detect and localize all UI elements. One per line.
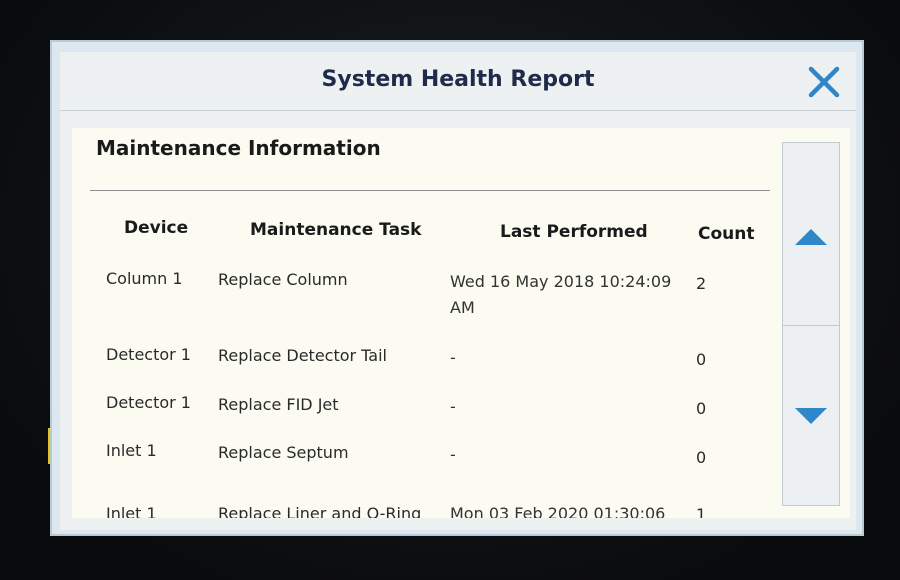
cell-count: 0: [696, 399, 707, 418]
header-last-performed: Last Performed: [500, 222, 648, 242]
cell-last-performed: Mon 03 Feb 2020 01:30:06: [450, 504, 666, 518]
scroll-up-button[interactable]: [783, 143, 839, 325]
maintenance-panel: Maintenance Information Device Maintenan…: [72, 128, 850, 518]
cell-last-performed: -: [450, 348, 456, 367]
header-task: Maintenance Task: [250, 220, 422, 240]
cell-task: Replace FID Jet: [218, 395, 339, 414]
cell-count: 0: [696, 350, 707, 369]
scroll-panel: [782, 142, 840, 506]
header-device: Device: [124, 218, 189, 238]
cell-count: 0: [696, 448, 707, 467]
dialog-title: System Health Report: [321, 67, 595, 92]
cell-last-performed: Wed 16 May 2018 10:24:09 AM: [450, 272, 672, 317]
arrow-down-icon: [795, 408, 827, 424]
close-icon: [808, 66, 840, 98]
cell-last-performed: -: [450, 445, 456, 464]
header-count: Count: [698, 224, 755, 244]
touch-screen: System Health Report Maintenance Informa…: [50, 40, 864, 536]
scroll-down-button[interactable]: [783, 326, 839, 508]
section-divider: [90, 190, 770, 191]
cell-device: Inlet 1: [106, 441, 157, 460]
dialog-title-bar: System Health Report: [60, 52, 856, 111]
cell-task: Replace Column: [218, 270, 348, 289]
system-health-dialog: System Health Report Maintenance Informa…: [60, 52, 856, 530]
arrow-up-icon: [795, 229, 827, 245]
section-title: Maintenance Information: [96, 136, 381, 160]
cell-count: 1: [696, 505, 707, 518]
cell-count: 2: [696, 274, 707, 293]
cell-device: Detector 1: [106, 345, 191, 364]
cell-device: Detector 1: [106, 393, 191, 412]
cell-device: Inlet 1: [106, 504, 157, 518]
cell-device: Column 1: [106, 269, 183, 288]
cell-last-performed: -: [450, 397, 456, 416]
cell-task: Replace Liner and O-Ring: [218, 504, 422, 518]
cell-task: Replace Detector Tail: [218, 346, 387, 365]
close-button[interactable]: [806, 64, 842, 100]
cell-task: Replace Septum: [218, 443, 349, 462]
